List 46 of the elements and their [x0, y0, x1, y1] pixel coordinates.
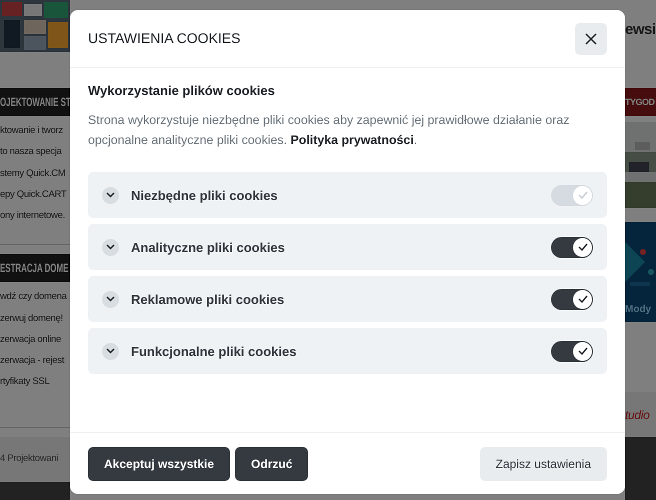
- action-button[interactable]: Akceptuj wszystkie: [88, 446, 230, 480]
- footer-logo: tudio: [625, 406, 650, 424]
- chevron-icon[interactable]: [102, 290, 119, 308]
- check-icon: [578, 295, 588, 304]
- section-heading: Wykorzystanie plików cookies: [88, 82, 276, 100]
- action-button[interactable]: Odrzuć: [235, 446, 308, 480]
- category-row[interactable]: Funkcjonalne pliki cookies: [88, 328, 607, 374]
- chevron-icon[interactable]: [102, 238, 119, 256]
- check-icon: [578, 347, 588, 356]
- menu-link[interactable]: ktowanie i tworz: [0, 124, 70, 138]
- check-icon: [578, 191, 588, 200]
- chevron-icon[interactable]: [102, 342, 119, 360]
- footer-bar: [0, 482, 70, 500]
- privacy-policy-link[interactable]: Polityka prywatności: [290, 132, 414, 147]
- menu-link[interactable]: wdź czy domena: [0, 290, 70, 304]
- save-button[interactable]: Zapisz ustawienia: [480, 446, 607, 480]
- close-icon: [585, 32, 597, 44]
- menu-link[interactable]: to nasza specja: [0, 145, 70, 160]
- footer-text: 4 Projektowani: [0, 452, 58, 466]
- close-button[interactable]: [575, 22, 607, 54]
- logo: ewsi: [625, 20, 656, 40]
- menu-link[interactable]: stemy Quick.CM: [0, 166, 70, 181]
- toggle-switch[interactable]: [551, 340, 593, 362]
- category-label: Niezbędne pliki cookies: [131, 186, 279, 205]
- menu-link[interactable]: zerwacja online: [0, 332, 70, 347]
- description-text: Strona wykorzystuje niezbędne pliki cookies aby zapewnić jej prawidłowe działanie oraz opcjonalne analityczne pliki cookies. Polityka prywatności.: [88, 112, 570, 149]
- category-row[interactable]: Analityczne pliki cookies: [88, 224, 607, 270]
- section-heading: OJEKTOWANIE ST: [0, 94, 71, 111]
- category-label: Funkcjonalne pliki cookies: [131, 342, 298, 361]
- check-icon: [578, 243, 588, 252]
- chevron-icon[interactable]: [102, 186, 119, 204]
- section-heading: ESTRACJA DOME: [0, 260, 68, 278]
- toggle-switch[interactable]: [551, 288, 593, 310]
- menu-link[interactable]: ony internetowe.: [0, 209, 70, 224]
- toggle-switch[interactable]: [551, 236, 593, 258]
- menu-link[interactable]: rtyfikaty SSL: [0, 375, 70, 390]
- menu-link[interactable]: zerwuj domenę!: [0, 312, 70, 326]
- banner-text: Mody: [625, 303, 652, 317]
- category-label: Reklamowe pliki cookies: [131, 290, 286, 309]
- menu-link[interactable]: zerwacja - rejest: [0, 354, 70, 368]
- category-row[interactable]: Reklamowe pliki cookies: [88, 276, 607, 322]
- dialog-title: USTAWIENIA COOKIES: [88, 30, 240, 47]
- category-label: Analityczne pliki cookies: [131, 238, 286, 257]
- footer-bar: [625, 437, 656, 500]
- banner-heading: TYGOD: [625, 88, 656, 116]
- menu-link[interactable]: epy Quick.CART: [0, 188, 70, 202]
